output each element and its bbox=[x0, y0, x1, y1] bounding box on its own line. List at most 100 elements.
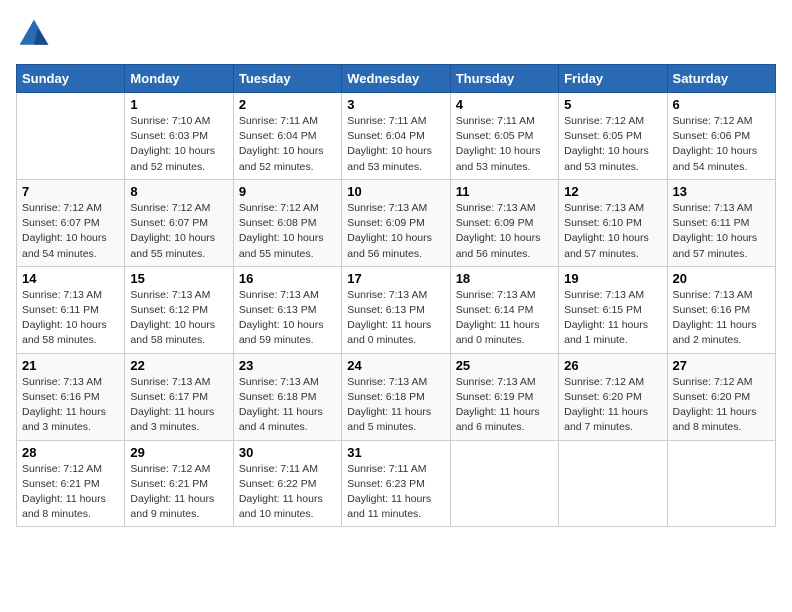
empty-cell bbox=[17, 93, 125, 180]
logo bbox=[16, 16, 56, 52]
calendar-day-30: 30Sunrise: 7:11 AMSunset: 6:22 PMDayligh… bbox=[233, 440, 341, 527]
day-number: 7 bbox=[22, 184, 119, 199]
day-info: Sunrise: 7:11 AMSunset: 6:04 PMDaylight:… bbox=[347, 114, 444, 175]
day-info: Sunrise: 7:12 AMSunset: 6:08 PMDaylight:… bbox=[239, 201, 336, 262]
day-number: 12 bbox=[564, 184, 661, 199]
calendar-day-19: 19 Sunrise: 7:13 AMSunset: 6:15 PMDayligh… bbox=[559, 266, 667, 353]
dow-header-wednesday: Wednesday bbox=[342, 65, 450, 93]
day-number: 10 bbox=[347, 184, 444, 199]
day-number: 15 bbox=[130, 271, 227, 286]
day-number: 14 bbox=[22, 271, 119, 286]
calendar-day-25: 25Sunrise: 7:13 AMSunset: 6:19 PMDayligh… bbox=[450, 353, 558, 440]
calendar-day-4: 4 Sunrise: 7:11 AMSunset: 6:05 PMDaylight… bbox=[450, 93, 558, 180]
calendar-day-12: 12 Sunrise: 7:13 AMSunset: 6:10 PMDayligh… bbox=[559, 179, 667, 266]
day-info: Sunrise: 7:11 AMSunset: 6:04 PMDaylight:… bbox=[239, 114, 336, 175]
day-info: Sunrise: 7:13 AMSunset: 6:14 PMDaylight:… bbox=[456, 288, 553, 349]
day-info: Sunrise: 7:12 AMSunset: 6:21 PMDaylight:… bbox=[130, 462, 227, 523]
dow-header-tuesday: Tuesday bbox=[233, 65, 341, 93]
empty-cell bbox=[450, 440, 558, 527]
day-number: 5 bbox=[564, 97, 661, 112]
day-number: 17 bbox=[347, 271, 444, 286]
calendar-day-17: 17 Sunrise: 7:13 AMSunset: 6:13 PMDayligh… bbox=[342, 266, 450, 353]
logo-icon bbox=[16, 16, 52, 52]
day-number: 20 bbox=[673, 271, 770, 286]
day-info: Sunrise: 7:13 AMSunset: 6:16 PMDaylight:… bbox=[22, 375, 119, 436]
day-info: Sunrise: 7:13 AMSunset: 6:13 PMDaylight:… bbox=[239, 288, 336, 349]
calendar-day-2: 2 Sunrise: 7:11 AMSunset: 6:04 PMDaylight… bbox=[233, 93, 341, 180]
day-info: Sunrise: 7:13 AMSunset: 6:11 PMDaylight:… bbox=[673, 201, 770, 262]
day-number: 9 bbox=[239, 184, 336, 199]
calendar-day-29: 29Sunrise: 7:12 AMSunset: 6:21 PMDayligh… bbox=[125, 440, 233, 527]
day-number: 8 bbox=[130, 184, 227, 199]
calendar-day-1: 1 Sunrise: 7:10 AMSunset: 6:03 PMDaylight… bbox=[125, 93, 233, 180]
day-number: 24 bbox=[347, 358, 444, 373]
day-number: 2 bbox=[239, 97, 336, 112]
day-number: 18 bbox=[456, 271, 553, 286]
calendar-day-11: 11 Sunrise: 7:13 AMSunset: 6:09 PMDayligh… bbox=[450, 179, 558, 266]
day-info: Sunrise: 7:12 AMSunset: 6:07 PMDaylight:… bbox=[22, 201, 119, 262]
day-number: 28 bbox=[22, 445, 119, 460]
day-info: Sunrise: 7:13 AMSunset: 6:17 PMDaylight:… bbox=[130, 375, 227, 436]
day-number: 16 bbox=[239, 271, 336, 286]
day-info: Sunrise: 7:13 AMSunset: 6:15 PMDaylight:… bbox=[564, 288, 661, 349]
calendar-day-27: 27 Sunrise: 7:12 AMSunset: 6:20 PMDayligh… bbox=[667, 353, 775, 440]
dow-header-monday: Monday bbox=[125, 65, 233, 93]
calendar-week-5: 28 Sunrise: 7:12 AMSunset: 6:21 PMDayligh… bbox=[17, 440, 776, 527]
day-number: 23 bbox=[239, 358, 336, 373]
calendar-day-26: 26 Sunrise: 7:12 AMSunset: 6:20 PMDayligh… bbox=[559, 353, 667, 440]
calendar-day-28: 28Sunrise: 7:12 AMSunset: 6:21 PMDayligh… bbox=[17, 440, 125, 527]
calendar-day-5: 5Sunrise: 7:12 AMSunset: 6:05 PMDaylight… bbox=[559, 93, 667, 180]
empty-cell bbox=[559, 440, 667, 527]
day-of-week-row: SundayMondayTuesdayWednesdayThursdayFrid… bbox=[17, 65, 776, 93]
day-info: Sunrise: 7:13 AMSunset: 6:11 PMDaylight:… bbox=[22, 288, 119, 349]
day-info: Sunrise: 7:13 AMSunset: 6:18 PMDaylight:… bbox=[239, 375, 336, 436]
calendar-day-10: 10 Sunrise: 7:13 AMSunset: 6:09 PMDayligh… bbox=[342, 179, 450, 266]
calendar-day-3: 3 Sunrise: 7:11 AMSunset: 6:04 PMDaylight… bbox=[342, 93, 450, 180]
day-info: Sunrise: 7:13 AMSunset: 6:16 PMDaylight:… bbox=[673, 288, 770, 349]
day-info: Sunrise: 7:11 AMSunset: 6:23 PMDaylight:… bbox=[347, 462, 444, 523]
calendar-day-18: 18 Sunrise: 7:13 AMSunset: 6:14 PMDayligh… bbox=[450, 266, 558, 353]
calendar-week-2: 7 Sunrise: 7:12 AMSunset: 6:07 PMDaylight… bbox=[17, 179, 776, 266]
calendar-day-13: 13 Sunrise: 7:13 AMSunset: 6:11 PMDayligh… bbox=[667, 179, 775, 266]
day-info: Sunrise: 7:11 AMSunset: 6:05 PMDaylight:… bbox=[456, 114, 553, 175]
calendar-table: SundayMondayTuesdayWednesdayThursdayFrid… bbox=[16, 64, 776, 527]
day-number: 1 bbox=[130, 97, 227, 112]
day-number: 3 bbox=[347, 97, 444, 112]
day-number: 13 bbox=[673, 184, 770, 199]
dow-header-saturday: Saturday bbox=[667, 65, 775, 93]
day-info: Sunrise: 7:13 AMSunset: 6:09 PMDaylight:… bbox=[347, 201, 444, 262]
calendar-day-15: 15Sunrise: 7:13 AMSunset: 6:12 PMDayligh… bbox=[125, 266, 233, 353]
day-number: 6 bbox=[673, 97, 770, 112]
day-info: Sunrise: 7:13 AMSunset: 6:10 PMDaylight:… bbox=[564, 201, 661, 262]
day-info: Sunrise: 7:11 AMSunset: 6:22 PMDaylight:… bbox=[239, 462, 336, 523]
calendar-body: 1 Sunrise: 7:10 AMSunset: 6:03 PMDaylight… bbox=[17, 93, 776, 527]
day-number: 11 bbox=[456, 184, 553, 199]
page-header bbox=[16, 16, 776, 52]
day-number: 19 bbox=[564, 271, 661, 286]
calendar-day-23: 23 Sunrise: 7:13 AMSunset: 6:18 PMDayligh… bbox=[233, 353, 341, 440]
dow-header-thursday: Thursday bbox=[450, 65, 558, 93]
day-number: 31 bbox=[347, 445, 444, 460]
calendar-week-3: 14 Sunrise: 7:13 AMSunset: 6:11 PMDayligh… bbox=[17, 266, 776, 353]
day-info: Sunrise: 7:12 AMSunset: 6:20 PMDaylight:… bbox=[673, 375, 770, 436]
dow-header-friday: Friday bbox=[559, 65, 667, 93]
day-info: Sunrise: 7:12 AMSunset: 6:06 PMDaylight:… bbox=[673, 114, 770, 175]
day-info: Sunrise: 7:13 AMSunset: 6:13 PMDaylight:… bbox=[347, 288, 444, 349]
day-info: Sunrise: 7:13 AMSunset: 6:18 PMDaylight:… bbox=[347, 375, 444, 436]
day-number: 21 bbox=[22, 358, 119, 373]
day-number: 25 bbox=[456, 358, 553, 373]
calendar-week-4: 21 Sunrise: 7:13 AMSunset: 6:16 PMDayligh… bbox=[17, 353, 776, 440]
day-info: Sunrise: 7:12 AMSunset: 6:20 PMDaylight:… bbox=[564, 375, 661, 436]
day-info: Sunrise: 7:13 AMSunset: 6:09 PMDaylight:… bbox=[456, 201, 553, 262]
calendar-day-21: 21 Sunrise: 7:13 AMSunset: 6:16 PMDayligh… bbox=[17, 353, 125, 440]
calendar-day-24: 24 Sunrise: 7:13 AMSunset: 6:18 PMDayligh… bbox=[342, 353, 450, 440]
day-number: 27 bbox=[673, 358, 770, 373]
day-number: 26 bbox=[564, 358, 661, 373]
calendar-week-1: 1 Sunrise: 7:10 AMSunset: 6:03 PMDaylight… bbox=[17, 93, 776, 180]
calendar-day-9: 9 Sunrise: 7:12 AMSunset: 6:08 PMDaylight… bbox=[233, 179, 341, 266]
day-info: Sunrise: 7:10 AMSunset: 6:03 PMDaylight:… bbox=[130, 114, 227, 175]
day-number: 4 bbox=[456, 97, 553, 112]
calendar-day-31: 31 Sunrise: 7:11 AMSunset: 6:23 PMDayligh… bbox=[342, 440, 450, 527]
calendar-day-14: 14 Sunrise: 7:13 AMSunset: 6:11 PMDayligh… bbox=[17, 266, 125, 353]
calendar-day-6: 6 Sunrise: 7:12 AMSunset: 6:06 PMDaylight… bbox=[667, 93, 775, 180]
